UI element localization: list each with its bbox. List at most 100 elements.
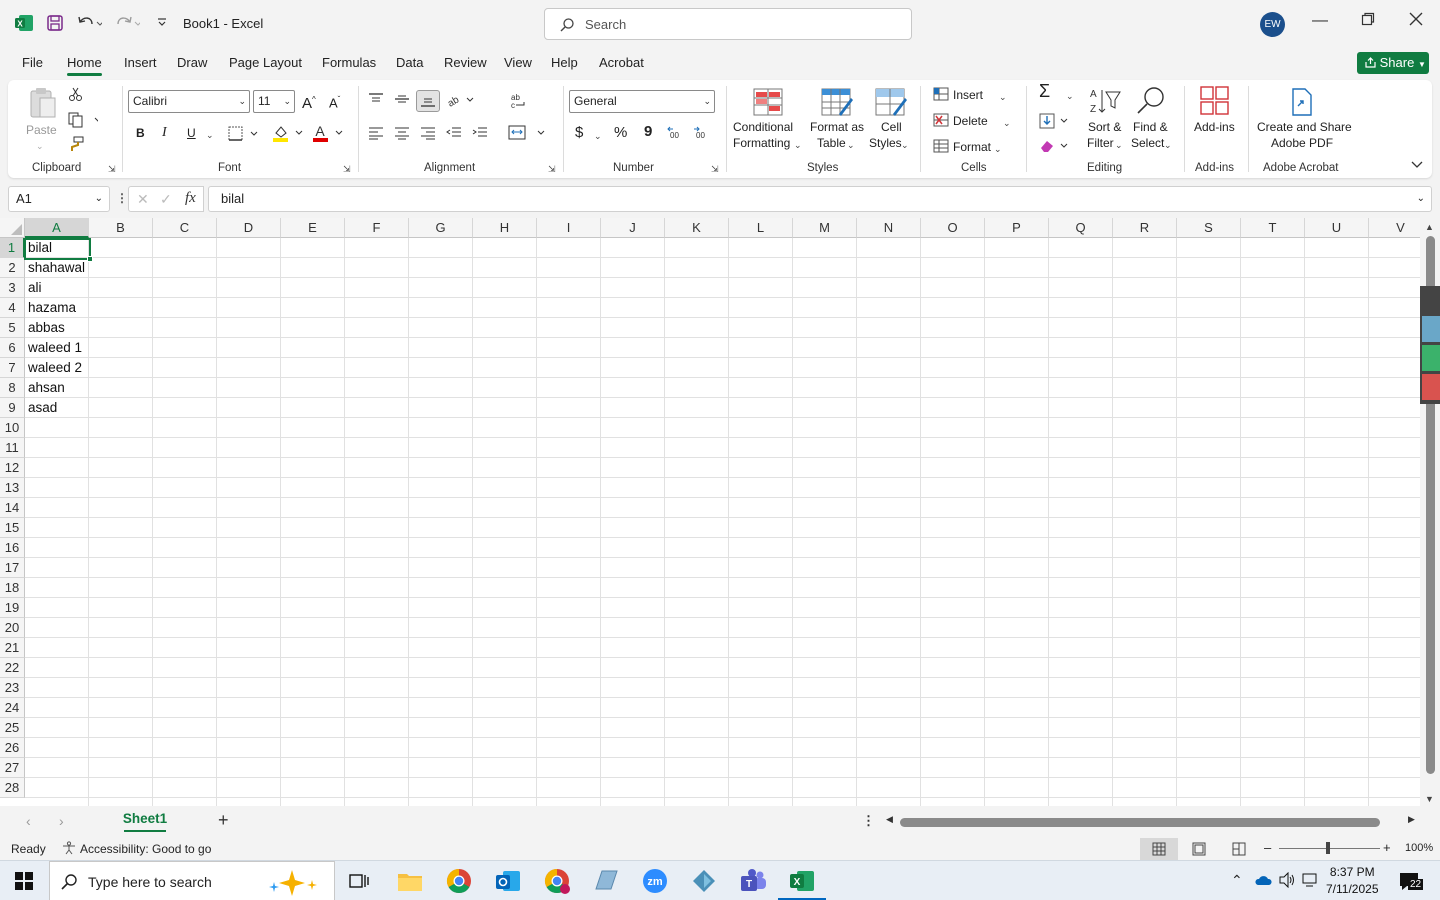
row-header[interactable]: 3 <box>0 278 25 298</box>
row-header[interactable]: 23 <box>0 678 25 698</box>
teams-icon[interactable]: T <box>739 867 767 895</box>
shrink-font-icon[interactable]: Aˇ <box>329 92 340 111</box>
cell-a7[interactable]: waleed 2 <box>25 358 109 378</box>
wrap-text-icon[interactable]: ab c <box>510 92 528 113</box>
save-icon[interactable] <box>46 14 64 37</box>
select-all-corner[interactable] <box>0 218 25 238</box>
column-header[interactable]: J <box>601 218 665 238</box>
column-header[interactable]: S <box>1177 218 1241 238</box>
row-header[interactable]: 8 <box>0 378 25 398</box>
page-break-view-icon[interactable] <box>1232 842 1246 859</box>
accessibility-status[interactable]: Accessibility: Good to go <box>80 842 211 856</box>
user-avatar[interactable]: EW <box>1260 12 1285 37</box>
volume-icon[interactable] <box>1278 871 1296 891</box>
cell-a2[interactable]: shahawal <box>25 258 109 278</box>
fill-icon[interactable] <box>1039 113 1069 132</box>
column-header[interactable]: N <box>857 218 921 238</box>
tab-insert[interactable]: Insert <box>124 55 157 70</box>
row-header[interactable]: 19 <box>0 598 25 618</box>
cell-a3[interactable]: ali <box>25 278 109 298</box>
clear-icon[interactable] <box>1039 138 1069 157</box>
autosum-icon[interactable]: Σ <box>1039 82 1050 100</box>
find-select-label-2[interactable]: Select <box>1131 135 1164 151</box>
row-header[interactable]: 4 <box>0 298 25 318</box>
restore-icon[interactable] <box>1353 12 1383 31</box>
accessibility-icon[interactable] <box>61 841 77 858</box>
redo-icon[interactable] <box>114 14 142 37</box>
insert-cells-chevron-icon[interactable]: ⌄ <box>999 89 1007 105</box>
paste-label[interactable]: Paste <box>26 122 57 138</box>
row-header[interactable]: 1 <box>0 238 25 258</box>
zoom-app-icon[interactable]: zm <box>641 867 669 895</box>
column-header[interactable]: Q <box>1049 218 1113 238</box>
scroll-right-icon[interactable]: ▶ <box>1408 814 1415 825</box>
column-header[interactable]: A <box>25 218 89 238</box>
prev-sheet-icon[interactable]: ‹ <box>26 813 31 829</box>
fill-color-icon[interactable] <box>272 124 304 145</box>
row-header[interactable]: 26 <box>0 738 25 758</box>
align-center-icon[interactable] <box>394 126 410 143</box>
add-sheet-icon[interactable]: + <box>218 810 229 831</box>
insert-function-icon[interactable]: fx <box>185 190 196 207</box>
minimize-icon[interactable]: — <box>1305 12 1335 30</box>
borders-icon[interactable] <box>228 126 258 145</box>
orientation-icon[interactable]: ab <box>446 92 474 111</box>
italic-button[interactable]: I <box>162 125 167 141</box>
column-header[interactable]: L <box>729 218 793 238</box>
column-header[interactable]: I <box>537 218 601 238</box>
middle-align-icon[interactable] <box>394 92 410 109</box>
font-size-combo[interactable]: 11 ⌄ <box>253 90 295 113</box>
column-header[interactable]: B <box>89 218 153 238</box>
column-header[interactable]: H <box>473 218 537 238</box>
cell-styles-label-1[interactable]: Cell <box>881 119 902 135</box>
column-header[interactable]: K <box>665 218 729 238</box>
tab-acrobat[interactable]: Acrobat <box>599 55 644 70</box>
row-header[interactable]: 21 <box>0 638 25 658</box>
conditional-formatting-label-1[interactable]: Conditional <box>733 119 793 135</box>
row-header[interactable]: 25 <box>0 718 25 738</box>
row-header[interactable]: 16 <box>0 538 25 558</box>
column-header[interactable]: V <box>1369 218 1420 238</box>
normal-view-button[interactable] <box>1140 838 1178 860</box>
tab-view[interactable]: View <box>504 55 532 70</box>
app-diamond-icon[interactable] <box>690 867 718 895</box>
close-icon[interactable] <box>1401 12 1431 31</box>
format-as-table-label-2[interactable]: Table <box>817 135 846 151</box>
zoom-out-icon[interactable]: – <box>1264 840 1271 855</box>
chrome-icon[interactable] <box>445 867 473 895</box>
number-launcher-icon[interactable]: ⇲ <box>711 164 719 175</box>
tab-help[interactable]: Help <box>551 55 578 70</box>
decrease-indent-icon[interactable] <box>446 126 462 143</box>
increase-decimal-icon[interactable]: 00 <box>667 126 687 143</box>
add-ins-icon[interactable] <box>1200 86 1230 119</box>
tab-formulas[interactable]: Formulas <box>322 55 376 70</box>
taskbar-clock[interactable]: 8:37 PM 7/11/2025 <box>1326 864 1379 898</box>
scroll-down-icon[interactable]: ▼ <box>1425 794 1434 804</box>
confirm-entry-icon[interactable]: ✓ <box>160 191 172 208</box>
delete-cells-label[interactable]: Delete <box>953 113 988 129</box>
zoom-in-icon[interactable]: + <box>1383 840 1391 855</box>
format-as-table-icon[interactable] <box>821 88 853 119</box>
sort-filter-chevron-icon[interactable]: ⌄ <box>1115 137 1123 153</box>
currency-button[interactable]: $ <box>575 125 583 141</box>
tab-page-layout[interactable]: Page Layout <box>229 55 302 70</box>
undo-icon[interactable] <box>76 14 104 37</box>
column-header[interactable]: T <box>1241 218 1305 238</box>
increase-indent-icon[interactable] <box>472 126 488 143</box>
name-box[interactable]: A1 ⌄ <box>8 186 110 212</box>
paste-chevron-icon[interactable]: ⌄ <box>36 138 44 154</box>
more-options-icon[interactable]: ⋮ <box>116 191 128 205</box>
align-right-icon[interactable] <box>420 126 436 143</box>
bold-button[interactable]: B <box>136 125 145 141</box>
app-tablet-icon[interactable] <box>592 867 620 895</box>
cell-styles-label-2[interactable]: Styles <box>869 135 902 151</box>
sort-filter-label-2[interactable]: Filter <box>1087 135 1114 151</box>
delete-cells-icon[interactable] <box>933 113 949 130</box>
side-tab-3[interactable] <box>1422 374 1440 400</box>
row-header[interactable]: 5 <box>0 318 25 338</box>
format-as-table-label-1[interactable]: Format as <box>810 119 864 135</box>
worksheet-grid[interactable]: ABCDEFGHIJKLMNOPQRSTUV 1 2 3 4 5 6 7 8 9 10 11 12 13… <box>0 218 1420 806</box>
chrome-profile-icon[interactable] <box>543 867 571 895</box>
row-header[interactable]: 7 <box>0 358 25 378</box>
cell-a8[interactable]: ahsan <box>25 378 109 398</box>
